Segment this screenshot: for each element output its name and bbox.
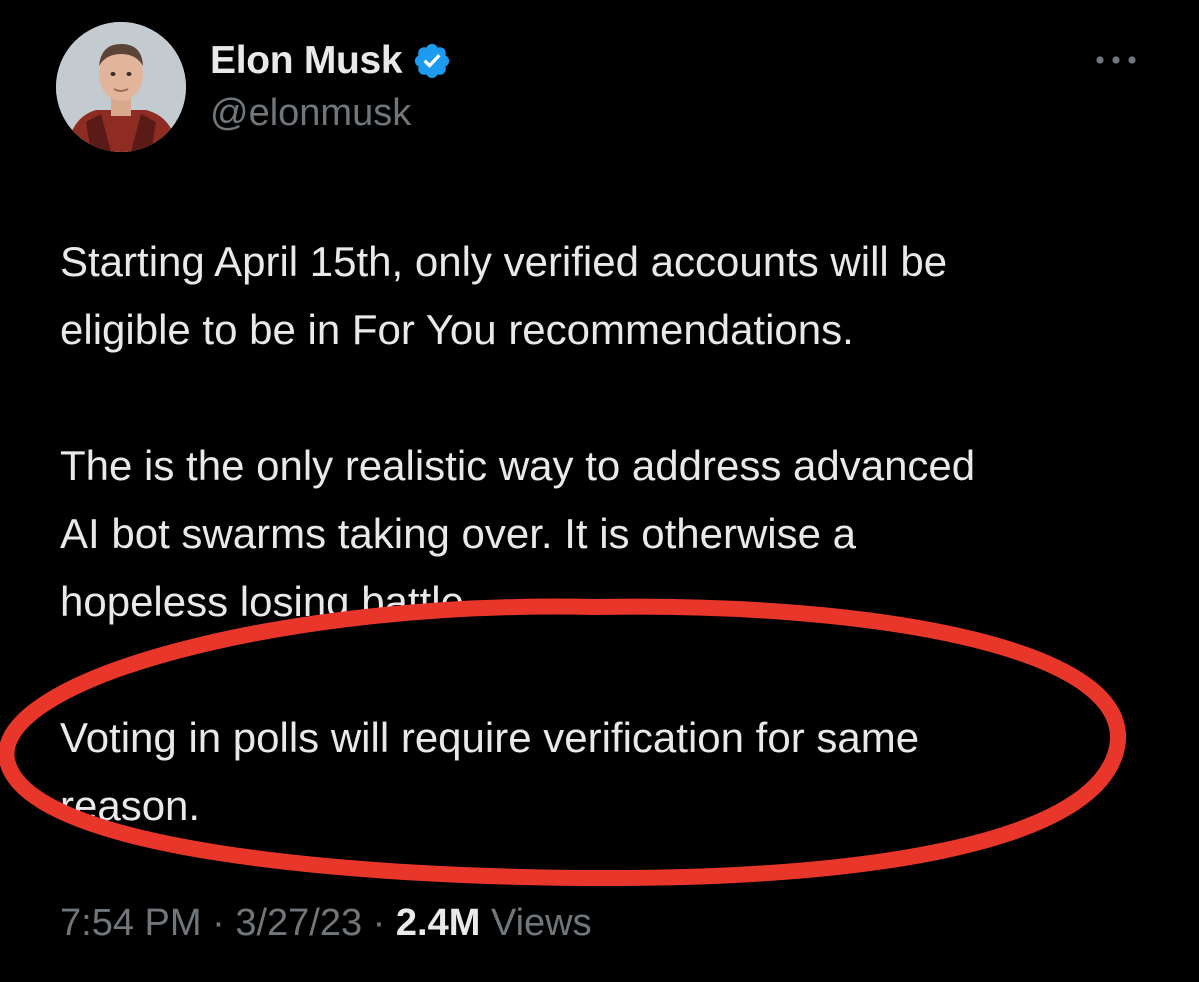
- tweet-line: hopeless losing battle.: [60, 578, 476, 625]
- tweet: Elon Musk @elonmusk Starting April 15th,…: [0, 0, 1199, 982]
- tweet-line: AI bot swarms taking over. It is otherwi…: [60, 510, 856, 557]
- views-label: Views: [490, 902, 592, 944]
- more-button[interactable]: [1092, 50, 1140, 70]
- display-name-row: Elon Musk: [210, 38, 452, 84]
- tweet-line: Voting in polls will require verificatio…: [60, 714, 920, 761]
- tweet-date[interactable]: 3/27/23: [235, 902, 362, 944]
- tweet-line: The is the only realistic way to address…: [60, 442, 976, 489]
- tweet-line: Starting April 15th, only verified accou…: [60, 238, 948, 285]
- verified-badge-icon[interactable]: [412, 41, 452, 81]
- handle[interactable]: @elonmusk: [210, 92, 452, 135]
- tweet-meta: 7:54 PM · 3/27/23 · 2.4M Views: [60, 902, 592, 945]
- tweet-line: reason.: [60, 782, 201, 829]
- tweet-line: eligible to be in For You recommendation…: [60, 306, 854, 353]
- avatar-photo: [56, 22, 186, 152]
- display-name[interactable]: Elon Musk: [210, 39, 403, 83]
- tweet-time[interactable]: 7:54 PM: [60, 902, 202, 944]
- avatar[interactable]: [56, 22, 186, 152]
- tweet-text: Starting April 15th, only verified accou…: [60, 228, 1160, 840]
- meta-separator: ·: [212, 902, 225, 944]
- views-count: 2.4M: [395, 902, 481, 944]
- meta-separator: ·: [372, 902, 386, 944]
- more-horizontal-icon: [1096, 56, 1136, 64]
- author-block: Elon Musk @elonmusk: [210, 38, 452, 135]
